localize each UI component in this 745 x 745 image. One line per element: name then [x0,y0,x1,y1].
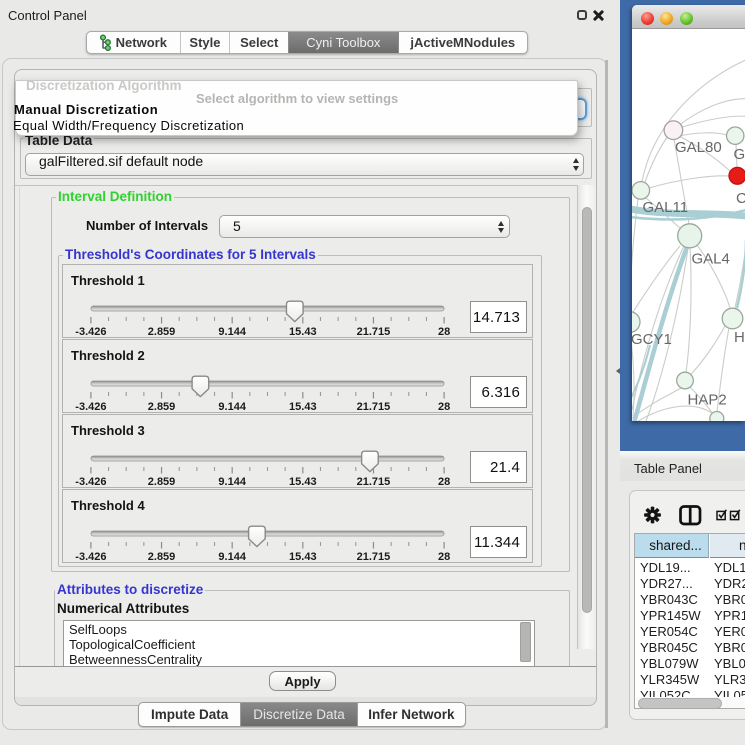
svg-text:2.859: 2.859 [148,476,176,487]
svg-text:2.859: 2.859 [148,326,176,337]
svg-text:15.43: 15.43 [289,476,317,487]
svg-text:H: H [734,329,745,346]
svg-text:9.144: 9.144 [218,551,246,562]
svg-text:-3.426: -3.426 [75,476,106,487]
svg-text:21.715: 21.715 [357,326,391,337]
svg-text:-3.426: -3.426 [75,401,106,412]
svg-text:15.43: 15.43 [289,326,317,337]
svg-text:15.43: 15.43 [289,401,317,412]
svg-text:21.715: 21.715 [357,551,391,562]
svg-text:2.859: 2.859 [148,551,176,562]
svg-text:C: C [736,190,745,207]
svg-text:21.715: 21.715 [357,476,391,487]
svg-text:HAP2: HAP2 [688,392,727,409]
svg-text:GA: GA [734,146,745,163]
svg-text:28: 28 [438,401,450,412]
svg-text:28: 28 [438,551,450,562]
svg-text:21.715: 21.715 [357,401,391,412]
svg-text:9.144: 9.144 [218,476,246,487]
svg-text:2.859: 2.859 [148,401,176,412]
svg-text:GAL80: GAL80 [675,139,722,156]
svg-text:GAL4: GAL4 [692,251,730,268]
svg-text:28: 28 [438,476,450,487]
svg-text:9.144: 9.144 [218,326,246,337]
svg-text:GAL11: GAL11 [643,199,689,216]
svg-text:15.43: 15.43 [289,551,317,562]
svg-text:28: 28 [438,326,450,337]
svg-text:-3.426: -3.426 [75,326,106,337]
svg-text:-3.426: -3.426 [75,551,106,562]
svg-text:GCY1: GCY1 [632,331,672,348]
svg-text:9.144: 9.144 [218,401,246,412]
